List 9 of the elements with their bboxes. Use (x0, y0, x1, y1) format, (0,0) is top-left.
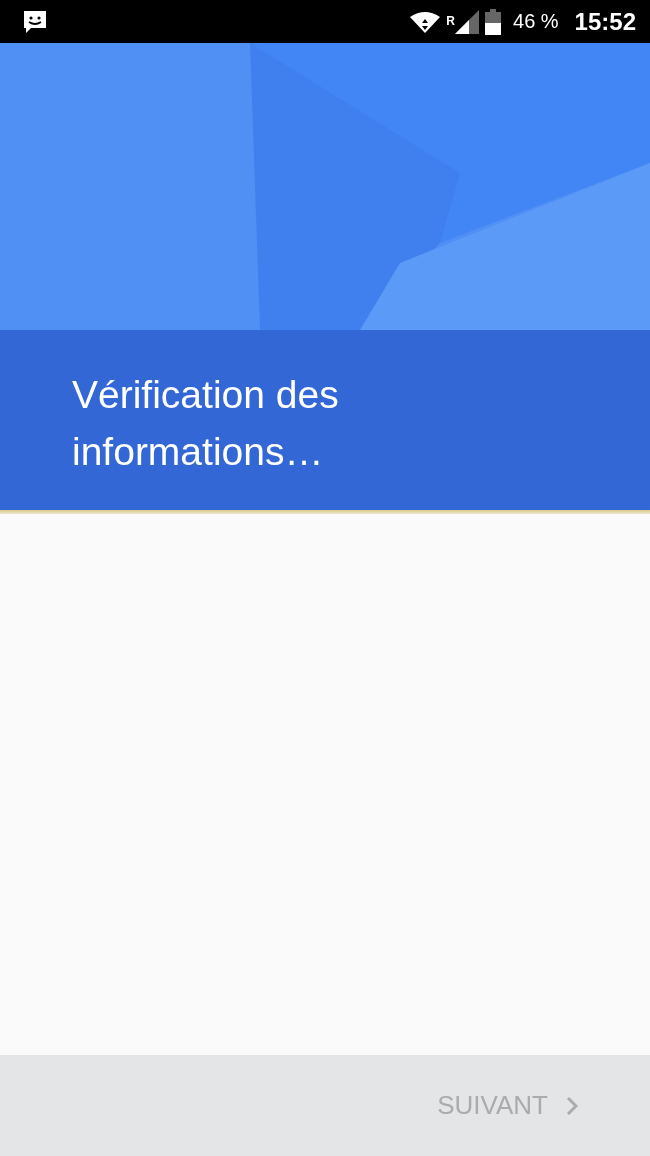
clock: 15:52 (574, 7, 636, 36)
wifi-icon (410, 10, 441, 33)
battery-percentage: 46 % (513, 10, 559, 33)
signal-icon (455, 9, 479, 34)
roaming-indicator: R (446, 13, 455, 28)
page-title: Vérification des informations… (72, 372, 340, 475)
message-icon (22, 8, 48, 35)
chevron-right-icon (566, 1095, 578, 1116)
battery-icon (485, 8, 501, 35)
